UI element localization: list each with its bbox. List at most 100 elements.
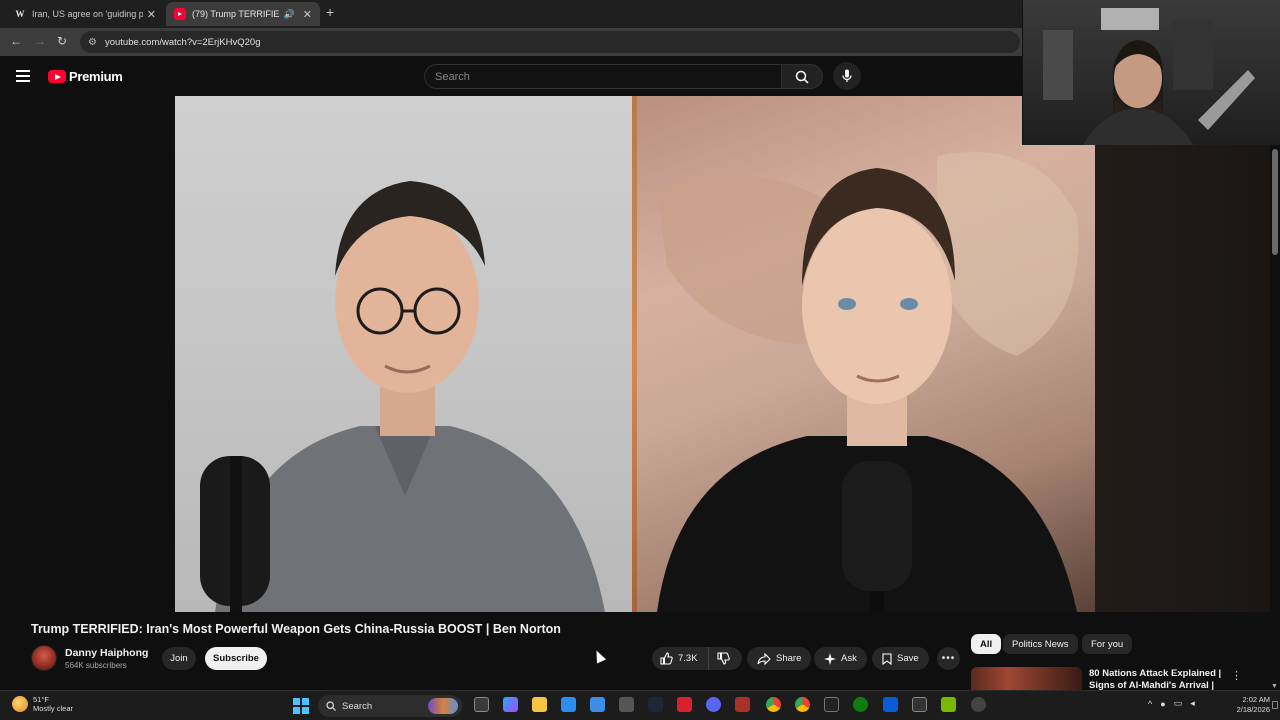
video-side-area xyxy=(1095,145,1270,612)
address-bar[interactable]: ⚙ youtube.com/watch?v=2ErjKHvQ20g xyxy=(80,31,1020,53)
close-icon[interactable]: ✕ xyxy=(303,8,312,21)
speaker-right-illustration xyxy=(657,152,1079,612)
like-dislike-group: 7.3K xyxy=(652,647,742,670)
chip-politics-news[interactable]: Politics News xyxy=(1003,634,1078,654)
app-icon[interactable] xyxy=(735,697,750,712)
weather-icon xyxy=(12,696,28,712)
youtube-logo[interactable]: Premium xyxy=(48,69,123,84)
ask-button[interactable]: Ask xyxy=(814,647,867,670)
video-frame-left-speaker xyxy=(175,96,635,612)
weather-description: Mostly clear xyxy=(33,704,74,713)
system-tray: ^ ● ▭ ◂ xyxy=(1148,698,1195,709)
weather-widget[interactable]: 51°F Mostly clear xyxy=(12,695,73,713)
search-icon xyxy=(326,701,336,711)
youtube-icon xyxy=(174,8,186,20)
thumbs-up-icon xyxy=(660,652,673,665)
scrollbar-thumb[interactable] xyxy=(1272,149,1278,255)
browser-tab-1[interactable]: W Iran, US agree on 'guiding prin ✕ xyxy=(6,2,164,26)
microphone-icon xyxy=(842,69,852,82)
clock-time: 2:02 AM xyxy=(1242,695,1270,704)
edge-icon[interactable] xyxy=(561,697,576,712)
like-button[interactable]: 7.3K xyxy=(652,647,709,670)
scroll-down-icon[interactable]: ▼ xyxy=(1271,683,1278,690)
outlook-icon[interactable] xyxy=(883,697,898,712)
split-screen-divider xyxy=(632,96,637,612)
page-scrollbar[interactable]: ▼ xyxy=(1270,145,1280,690)
notification-icon[interactable] xyxy=(1272,701,1278,709)
network-icon[interactable]: ▭ xyxy=(1174,698,1183,709)
mouse-cursor-icon xyxy=(591,648,607,664)
new-tab-icon[interactable]: + xyxy=(326,4,334,20)
taskbar-clock[interactable]: 2:02 AM 2/18/2026 xyxy=(1230,695,1270,715)
back-arrow-icon[interactable]: ← xyxy=(10,34,22,48)
browser-tab-title: Iran, US agree on 'guiding prin xyxy=(32,9,143,19)
subscribe-button[interactable]: Subscribe xyxy=(205,647,267,670)
channel-name[interactable]: Danny Haiphong xyxy=(65,647,148,659)
wikipedia-icon: W xyxy=(15,9,25,19)
xbox-icon[interactable] xyxy=(853,697,868,712)
share-label: Share xyxy=(776,653,802,664)
youtube-play-icon xyxy=(48,70,66,83)
thumbs-down-icon xyxy=(716,652,730,665)
search-icon xyxy=(795,70,809,84)
steam-icon[interactable] xyxy=(648,697,663,712)
video-frame-right-speaker xyxy=(637,96,1095,612)
chrome-profile-icon[interactable] xyxy=(795,697,810,712)
search-button[interactable] xyxy=(781,64,823,89)
webcam-overlay xyxy=(1022,0,1280,145)
clock-date: 2/18/2026 xyxy=(1236,705,1270,714)
sparkle-icon xyxy=(824,652,836,665)
reload-icon[interactable]: ↻ xyxy=(57,34,67,48)
recommended-video-thumbnail[interactable] xyxy=(971,667,1082,690)
task-view-icon[interactable] xyxy=(474,697,489,712)
close-icon[interactable]: ✕ xyxy=(147,8,156,21)
obs-icon[interactable] xyxy=(971,697,986,712)
copilot-icon[interactable] xyxy=(503,697,518,712)
tradingview-icon[interactable] xyxy=(824,697,839,712)
speaker-left-illustration xyxy=(200,181,605,612)
weather-temperature: 51°F xyxy=(33,695,49,704)
taskbar-search[interactable]: Search xyxy=(318,695,462,717)
recommended-video-title[interactable]: 80 Nations Attack Explained | Signs of A… xyxy=(1089,668,1229,690)
discord-icon[interactable] xyxy=(706,697,721,712)
search-highlight-icon xyxy=(428,698,458,714)
taskbar-search-label: Search xyxy=(342,700,373,712)
more-horizontal-icon: ••• xyxy=(941,653,956,664)
url-text: youtube.com/watch?v=2ErjKHvQ20g xyxy=(104,36,261,48)
nvidia-icon[interactable] xyxy=(941,697,956,712)
chevron-up-icon[interactable]: ^ xyxy=(1148,699,1152,709)
share-button[interactable]: Share xyxy=(747,647,812,670)
more-vertical-icon[interactable]: ⋮ xyxy=(1231,669,1242,682)
voice-search-button[interactable] xyxy=(833,62,861,90)
more-actions-button[interactable]: ••• xyxy=(937,647,960,670)
microphone-icon[interactable]: ● xyxy=(1160,699,1165,709)
browser-tab-2[interactable]: (79) Trump TERRIFIED: Iran 🔊 ✕ xyxy=(166,2,320,26)
forward-arrow-icon[interactable]: → xyxy=(34,34,46,48)
video-title: Trump TERRIFIED: Iran's Most Powerful We… xyxy=(31,622,561,636)
windows-taskbar: 51°F Mostly clear Search ^ ● ▭ ◂ 2:02 AM… xyxy=(0,690,1280,720)
save-button[interactable]: Save xyxy=(872,647,929,670)
store-icon[interactable] xyxy=(590,697,605,712)
chrome-icon[interactable] xyxy=(766,697,781,712)
brand-label: Premium xyxy=(69,69,123,84)
like-count: 7.3K xyxy=(678,653,698,664)
terminal-icon[interactable] xyxy=(912,697,927,712)
windows-start-icon[interactable] xyxy=(293,698,309,714)
dislike-button[interactable] xyxy=(709,652,738,665)
channel-avatar[interactable] xyxy=(31,645,57,671)
search-input[interactable]: Search xyxy=(424,64,782,89)
speaker-icon[interactable]: 🔊 xyxy=(284,9,295,20)
join-button[interactable]: Join xyxy=(162,647,196,670)
save-label: Save xyxy=(897,653,919,664)
share-icon xyxy=(757,652,771,665)
streamer-webcam-illustration xyxy=(1043,8,1255,145)
file-explorer-icon[interactable] xyxy=(532,697,547,712)
settings-icon[interactable] xyxy=(619,697,634,712)
menu-icon[interactable] xyxy=(16,70,30,82)
volume-icon[interactable]: ◂ xyxy=(1190,698,1195,709)
chip-all[interactable]: All xyxy=(971,634,1002,654)
chip-for-you[interactable]: For you xyxy=(1082,634,1133,654)
amd-icon[interactable] xyxy=(677,697,692,712)
bookmark-icon xyxy=(882,652,892,665)
site-info-icon[interactable]: ⚙ xyxy=(88,37,97,48)
